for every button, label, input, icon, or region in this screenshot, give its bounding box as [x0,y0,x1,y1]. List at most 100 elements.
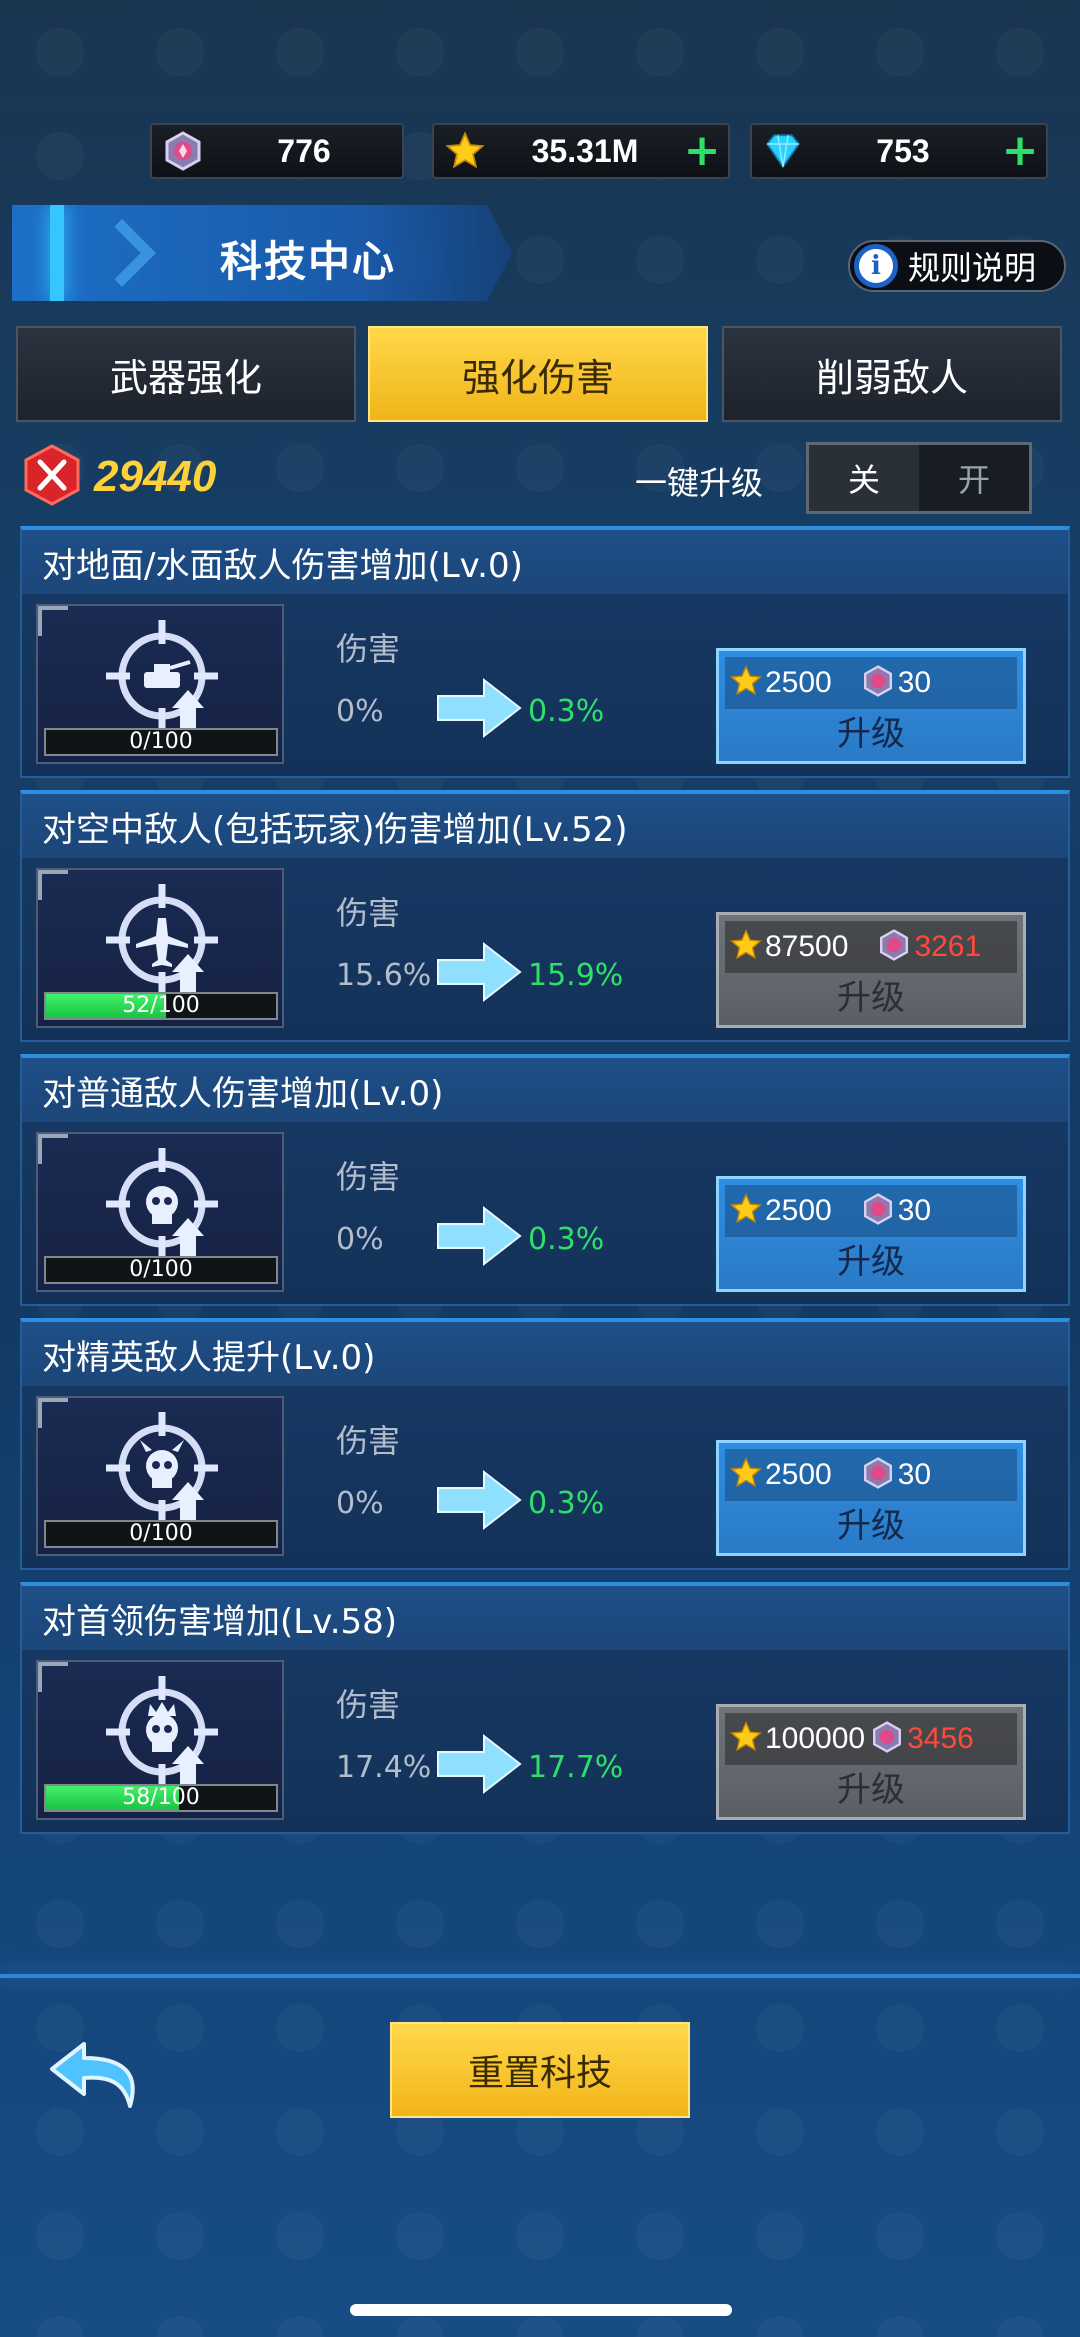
tech-title: 对地面/水面敌人伤害增加(Lv.0) [22,530,1068,594]
stat-label: 伤害 [336,894,401,932]
corner-decoration [38,606,68,636]
tank-target-icon [100,616,224,736]
upgrade-label: 升级 [837,714,905,754]
tech-icon-box: 52/100 [36,868,284,1028]
one-key-upgrade-toggle[interactable]: 关 开 [806,442,1032,514]
tech-body: 52/100 伤害 15.6% 15.9% 87500 3261 升级 [22,858,1068,1040]
tech-icon-box: 0/100 [36,1132,284,1292]
tech-body: 0/100 伤害 0% 0.3% 2500 30 升级 [22,1386,1068,1568]
upgrade-button[interactable]: 87500 3261 升级 [716,912,1026,1028]
gem-cost: 3456 [907,1722,974,1755]
level-progress-bar: 0/100 [44,1520,278,1548]
star-icon [729,1456,763,1494]
star-cost: 100000 [765,1722,866,1755]
horned-skull-target-icon [106,1412,218,1524]
medal-gem-icon [160,128,206,174]
corner-decoration [38,1662,68,1692]
tech-title: 对空中敌人(包括玩家)伤害增加(Lv.52) [22,794,1068,858]
star-icon [442,128,488,174]
gem-cost: 3261 [914,930,982,963]
currency-star: 35.31M + [432,123,730,179]
tech-icon-box: 0/100 [36,1396,284,1556]
power-value: 29440 [94,452,217,501]
level-progress-bar: 58/100 [44,1784,278,1812]
page-title: 科技中心 [220,237,397,286]
stat-next: 17.7% [528,1750,624,1785]
upgrade-cost: 2500 30 [725,1449,1017,1501]
stat-next: 0.3% [528,694,605,729]
tech-title: 对普通敌人伤害增加(Lv.0) [22,1058,1068,1122]
upgrade-cost: 2500 30 [725,1185,1017,1237]
tech-card: 对普通敌人伤害增加(Lv.0) 0/100 伤害 0% 0.3% 2500 30… [20,1054,1070,1306]
stat-next: 15.9% [528,958,624,993]
upgrade-button[interactable]: 2500 30 升级 [716,1440,1026,1556]
upgrade-label: 升级 [837,1770,905,1810]
upgrade-button[interactable]: 2500 30 升级 [716,648,1026,764]
stat-current: 0% [336,694,384,729]
level-progress-bar: 0/100 [44,1256,278,1284]
progress-text: 52/100 [122,993,200,1018]
stat-next: 0.3% [528,1222,605,1257]
upgrade-label: 升级 [837,1242,905,1282]
arrow-right-icon [434,1468,524,1532]
diamond-icon [760,128,806,174]
add-diamond-button[interactable]: + [1000,123,1040,179]
tank-target-icon [106,620,218,732]
stat-current: 15.6% [336,958,432,993]
info-icon: i [854,244,898,288]
star-cost: 2500 [765,1458,832,1491]
crowned-skull-target-icon [100,1672,224,1792]
tab-weapon-enhance[interactable]: 武器强化 [16,326,356,422]
stat-label: 伤害 [336,630,401,668]
gem-cost: 30 [897,666,932,699]
tab-weaken-enemy[interactable]: 削弱敌人 [722,326,1062,422]
star-cost: 87500 [765,930,849,963]
tech-icon-box: 58/100 [36,1660,284,1820]
add-star-button[interactable]: + [682,123,722,179]
stat-label: 伤害 [336,1158,401,1196]
horned-skull-target-icon [100,1408,224,1528]
banner-stripe [50,205,64,301]
star-icon [729,1720,763,1758]
stat-current: 17.4% [336,1750,432,1785]
stat-next: 0.3% [528,1486,605,1521]
rules-button[interactable]: i 规则说明 [848,240,1066,292]
reset-tech-button[interactable]: 重置科技 [390,2022,690,2118]
arrow-right-icon [434,1204,524,1268]
tab-damage-enhance[interactable]: 强化伤害 [368,326,708,422]
arrow-right-icon [434,1732,524,1796]
currency-bar: 776 35.31M + 753 + [150,123,1050,179]
tech-icon-box: 0/100 [36,604,284,764]
toggle-off[interactable]: 关 [809,445,919,511]
arrow-right-icon [434,676,524,740]
gem-cost: 30 [897,1194,932,1227]
tech-body: 0/100 伤害 0% 0.3% 2500 30 升级 [22,594,1068,776]
aircraft-target-icon [106,884,218,996]
upgrade-button[interactable]: 2500 30 升级 [716,1176,1026,1292]
star-icon [729,664,763,702]
upgrade-cost: 87500 3261 [725,921,1017,973]
upgrade-label: 升级 [837,978,905,1018]
rules-label: 规则说明 [908,249,1037,287]
star-cost: 2500 [765,666,832,699]
upgrade-cost: 2500 30 [725,657,1017,709]
upgrade-button[interactable]: 100000 3456 升级 [716,1704,1026,1820]
tech-body: 58/100 伤害 17.4% 17.7% 100000 3456 升级 [22,1650,1068,1832]
currency-value: 753 [876,132,930,169]
medal-gem-icon [862,1193,894,1229]
star-cost: 2500 [765,1194,832,1227]
tech-card: 对空中敌人(包括玩家)伤害增加(Lv.52) 52/100 伤害 15.6% 1… [20,790,1070,1042]
home-indicator[interactable] [350,2304,732,2316]
corner-decoration [38,870,68,900]
toggle-on[interactable]: 开 [919,445,1029,511]
star-icon [729,928,763,966]
back-button[interactable] [44,2024,154,2124]
progress-text: 0/100 [129,1257,193,1282]
tech-body: 0/100 伤害 0% 0.3% 2500 30 升级 [22,1122,1068,1304]
progress-text: 0/100 [129,1521,193,1546]
tech-card: 对首领伤害增加(Lv.58) 58/100 伤害 17.4% 17.7% 100… [20,1582,1070,1834]
currency-value: 35.31M [531,132,639,169]
tech-card: 对地面/水面敌人伤害增加(Lv.0) 0/100 伤害 0% 0.3% 2500… [20,526,1070,778]
power-display: 29440 [22,444,216,510]
skull-target-icon [100,1144,224,1264]
